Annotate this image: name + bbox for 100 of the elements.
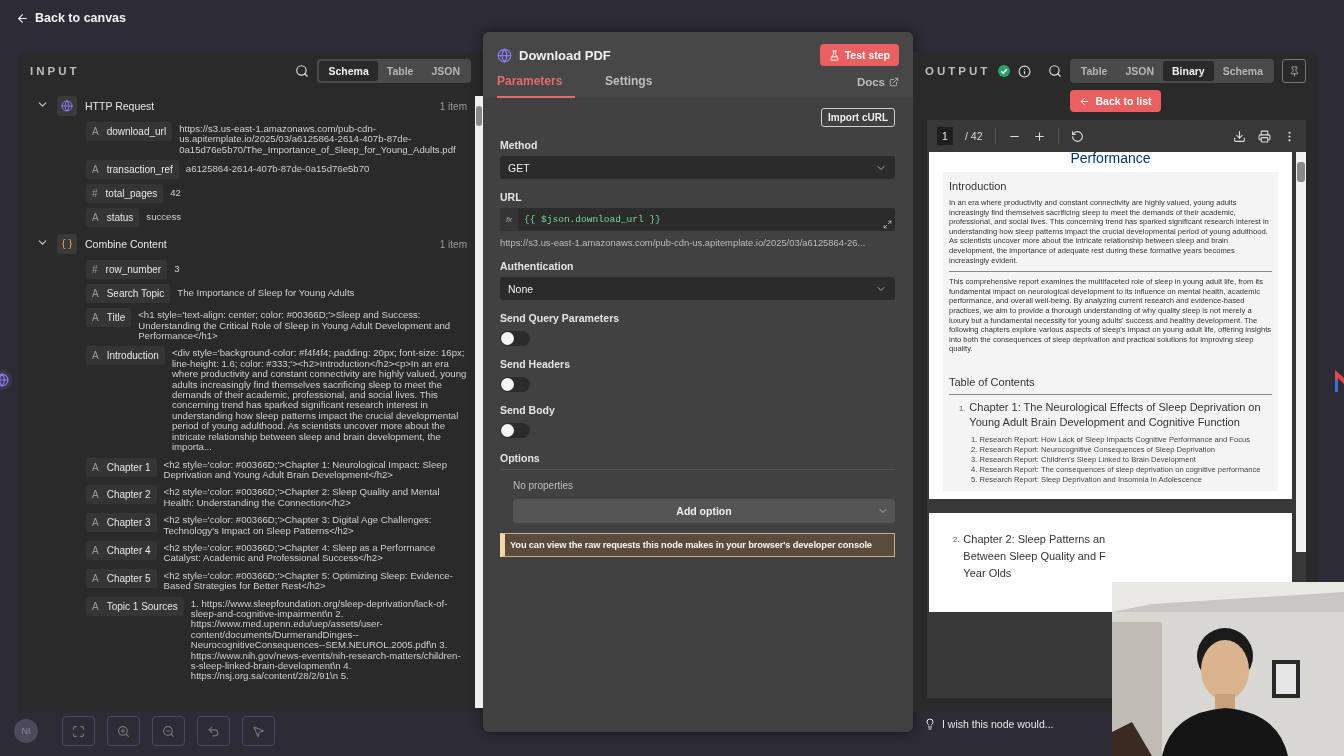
globe-icon xyxy=(61,100,73,112)
view-tab[interactable]: Table xyxy=(1071,61,1117,81)
field-value: 3 xyxy=(174,262,181,275)
field-name: download_url xyxy=(106,126,167,137)
field-name: Chapter 5 xyxy=(106,572,151,584)
field-value: <h2 style='color: #00366D;'>Chapter 2: Sleep Quality and Mental Health: Understanding the Connection</h2> xyxy=(163,485,441,509)
toggle-switch[interactable] xyxy=(500,423,530,438)
chapter-title-line: Year Olds xyxy=(963,565,1013,581)
view-tab[interactable]: Table xyxy=(377,61,423,81)
type-glyph: A xyxy=(92,544,99,556)
field-name: row_number xyxy=(105,264,162,276)
external-link-icon xyxy=(889,77,899,87)
field-label: Send Query Parameters xyxy=(500,312,621,324)
type-glyph: A xyxy=(92,350,99,362)
field-name: Chapter 4 xyxy=(106,544,151,556)
section-title: Options xyxy=(500,452,895,470)
select-field[interactable]: None xyxy=(500,277,895,300)
field-value: <h2 style='color: #00366D;'>Chapter 3: Digital Age Challenges: Technology's Impact on Sleep Patterns</h2> xyxy=(163,513,433,536)
braces-icon xyxy=(61,238,73,251)
search-icon[interactable] xyxy=(1047,64,1062,78)
field-value: <h2 style='color: #00366D;'>Chapter 5: Optimizing Sleep: Evidence-Based Strategies for Better Rest</h2> xyxy=(163,568,454,592)
field-name: Chapter 2 xyxy=(106,489,151,501)
undo-icon xyxy=(207,724,220,738)
field-name: Title xyxy=(106,312,126,324)
field-name: transaction_ref xyxy=(106,164,173,176)
fullscreen-icon xyxy=(72,724,85,738)
tab[interactable]: Parameters xyxy=(497,74,575,98)
type-glyph: A xyxy=(92,489,99,501)
field-value: <h2 style='color: #00366D;'>Chapter 1: Neurological Impact: Sleep Deprivation and Young Adult Brain Development</h2> xyxy=(163,457,448,481)
info-icon[interactable] xyxy=(1018,64,1032,78)
field-value: <h1 style='text-align: center; color: #00366D;'>Sleep and Success: Understanding the Critical Role of Sleep in Young Adult Development and Performance</h1> xyxy=(138,308,452,342)
field-name: Introduction xyxy=(106,350,159,362)
field-name: Topic 1 Sources xyxy=(106,600,178,612)
chapter-title-line: Between Sleep Quality and F xyxy=(963,548,1106,564)
page-total: / 42 xyxy=(965,130,983,142)
section-heading: Introduction xyxy=(949,180,1008,192)
rotate-icon[interactable] xyxy=(1070,129,1084,143)
type-glyph: A xyxy=(92,461,99,473)
field-label: Authentication xyxy=(500,260,575,272)
type-glyph: A xyxy=(92,164,99,176)
scrollbar[interactable] xyxy=(475,96,483,708)
field-value: https://s3.us-east-1.amazonaws.com/pub-cdn-us.apitemplate.io/2025/03/a6125864-2614-407b-87de-0a15d76e5b70/The_Importance_of_Sleep_for_Young_Adults.pdf xyxy=(179,122,457,156)
toggle-switch[interactable] xyxy=(500,331,530,346)
tab[interactable]: Settings xyxy=(605,74,653,98)
expression-field[interactable]: fx {{ $json.download_url }} xyxy=(500,208,895,231)
field-label: URL xyxy=(500,191,523,203)
scrollbar[interactable] xyxy=(1296,152,1306,552)
resolved-url: https://s3.us-east-1.amazonaws.com/pub-cdn-us.apitemplate.io/2025/03/a6125864-26... xyxy=(500,237,867,248)
field-value: success xyxy=(146,210,182,223)
globe-icon xyxy=(497,47,512,63)
select-field[interactable]: GET xyxy=(500,156,895,179)
field-label: Send Headers xyxy=(500,358,572,370)
flask-icon xyxy=(828,49,840,61)
node-edge-icon[interactable] xyxy=(1335,370,1344,392)
field-value: 42 xyxy=(170,186,182,199)
view-tab[interactable]: Schema xyxy=(1213,61,1272,81)
view-tab[interactable]: JSON xyxy=(422,61,469,81)
section-heading: Table of Contents xyxy=(949,375,1036,388)
user-avatar[interactable]: NI xyxy=(14,719,38,743)
item-count: 1 item xyxy=(439,238,467,250)
item-count: 1 item xyxy=(439,100,467,112)
page-input[interactable]: 1 xyxy=(937,127,953,145)
expand-icon[interactable] xyxy=(883,220,892,229)
pointer-icon xyxy=(252,724,265,738)
download-icon[interactable] xyxy=(1233,129,1246,143)
view-tab[interactable]: JSON xyxy=(1116,61,1164,81)
import-curl-button[interactable]: Import cURL xyxy=(821,108,895,127)
success-icon xyxy=(998,65,1011,77)
view-tab[interactable]: Binary xyxy=(1163,61,1214,81)
empty-message: No properties xyxy=(513,480,575,491)
type-glyph: # xyxy=(92,188,98,200)
node-title: Download PDF xyxy=(519,47,611,63)
chapter-title: Chapter 1: The Neurological Effects of Sleep Deprivation on Young Adult Brain Development and Cognitive Function xyxy=(969,399,1262,430)
zoom-in-icon[interactable] xyxy=(1032,129,1046,143)
type-glyph: A xyxy=(92,517,99,529)
field-value: <div style='background-color: #f4f4f4; padding: 20px; font-size: 16px; line-height: 1.6; color: #333;'><h2>Introduction</h2><p>In an era where productivity and constant connectivity are highly valued, young adults increasingly find themselves sacrificing sleep to meet the demands of their academic, professional, and social lives. This concerning trend has sparked significant research interest in understanding how sleep patterns impact the crucial developmental period of young adulthood. As scientists uncover more about the intricate relationship between sleep and brain development, the importa... xyxy=(171,346,467,453)
panel-title: OUTPUT xyxy=(925,65,991,77)
back-to-canvas-link[interactable]: Back to canvas xyxy=(16,11,127,25)
type-glyph: A xyxy=(92,288,99,300)
field-name: Search Topic xyxy=(106,288,165,300)
node-name: Combine Content xyxy=(85,238,167,251)
field-value: The Importance of Sleep for Young Adults xyxy=(177,286,356,299)
print-icon[interactable] xyxy=(1258,129,1271,143)
page-heading: Performance xyxy=(1069,152,1152,166)
field-name: Chapter 1 xyxy=(106,461,151,473)
chapter-title-line: Chapter 2: Sleep Patterns an xyxy=(963,531,1106,547)
type-glyph: # xyxy=(92,264,98,276)
arrow-left-icon xyxy=(1079,95,1091,107)
field-name: total_pages xyxy=(105,188,158,200)
view-tab[interactable]: Schema xyxy=(319,61,378,81)
search-icon[interactable] xyxy=(295,64,310,78)
field-value: a6125864-2614-407b-87de-0a15d76e5b70 xyxy=(185,162,371,175)
back-to-list-button[interactable]: Back to list xyxy=(1070,90,1161,112)
pin-button[interactable] xyxy=(1282,59,1306,83)
docs-link[interactable]: Docs xyxy=(856,76,899,98)
field-label: Method xyxy=(500,139,539,151)
test-step-button[interactable]: Test step xyxy=(819,44,899,66)
toggle-switch[interactable] xyxy=(500,377,530,392)
feedback-prompt[interactable]: I wish this node would... xyxy=(942,718,1054,730)
add-option-button[interactable]: Add option xyxy=(513,499,895,523)
